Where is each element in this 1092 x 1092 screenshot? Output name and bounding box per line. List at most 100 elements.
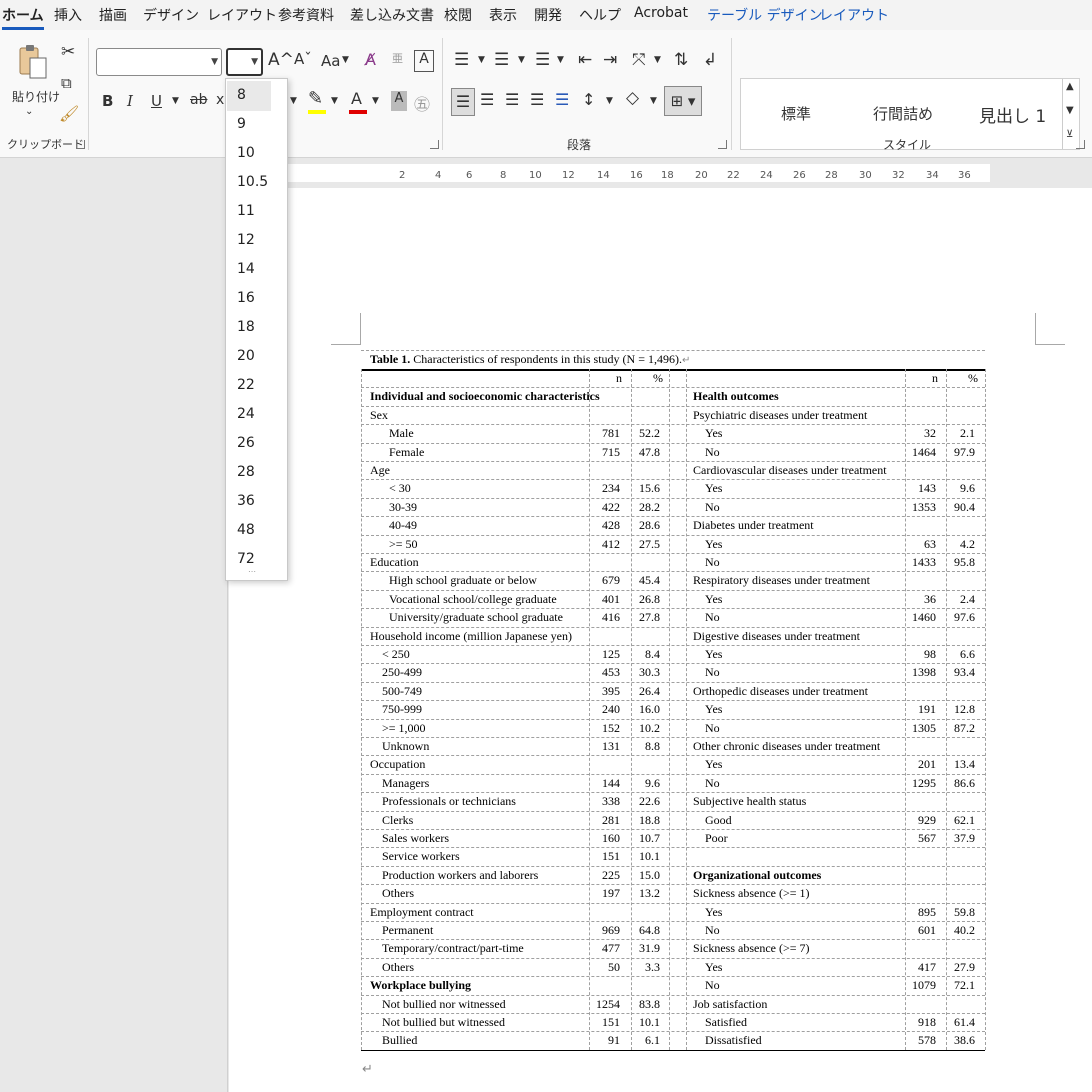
show-marks-icon[interactable]: ↲	[703, 50, 717, 70]
strikethrough-button[interactable]: ab	[190, 92, 207, 108]
table-row: Male 781 52.2 Yes 32 2.1	[361, 424, 985, 442]
chevron-down-icon[interactable]: ▼	[342, 55, 349, 65]
font-size-option[interactable]: 16	[237, 290, 255, 306]
sort-icon[interactable]: ⇅	[674, 50, 688, 70]
shading-icon[interactable]: ◇	[626, 88, 639, 108]
font-size-option[interactable]: 9	[237, 116, 246, 132]
paste-dropdown-icon[interactable]: ⌄	[25, 106, 33, 117]
font-size-option[interactable]: 48	[237, 522, 255, 538]
justify-icon[interactable]: ☰	[530, 90, 544, 109]
font-size-option[interactable]: 10	[237, 145, 255, 161]
chevron-down-icon[interactable]: ▼	[172, 96, 179, 106]
font-size-option[interactable]: 8	[237, 87, 246, 103]
phonetic-guide-icon[interactable]: 亜	[392, 50, 403, 66]
font-size-option[interactable]: 20	[237, 348, 255, 364]
multilevel-list-icon[interactable]: ☰	[535, 50, 550, 70]
distributed-icon[interactable]: ☰	[555, 90, 569, 109]
more-styles-icon[interactable]: ⊻	[1066, 129, 1073, 140]
chevron-down-icon[interactable]: ▼	[211, 57, 218, 67]
format-painter-icon[interactable]: 🖌	[59, 104, 79, 123]
borders-button[interactable]: ⊞ ▾	[664, 86, 702, 116]
tab-mailings[interactable]: 差し込み文書	[350, 5, 434, 25]
paste-icon[interactable]	[14, 42, 50, 82]
tab-layout[interactable]: レイアウト	[207, 5, 277, 25]
text-direction-icon[interactable]: ⤧	[632, 50, 646, 70]
copy-icon[interactable]: ⧉	[61, 74, 72, 92]
tab-view[interactable]: 表示	[489, 5, 517, 25]
increase-indent-icon[interactable]: ⇥	[603, 50, 617, 70]
tab-table-layout[interactable]: レイアウト	[819, 5, 889, 25]
character-shading-icon[interactable]: A	[391, 91, 407, 111]
font-size-dropdown[interactable]: 8 9 10 10.5 11 12 14 16 18 20 22 24 26 28 36 48 72 ⋯	[225, 78, 288, 581]
font-size-option[interactable]: 26	[237, 435, 255, 451]
enclose-characters-icon[interactable]: ㊄	[414, 91, 430, 115]
chevron-down-icon[interactable]: ▼	[331, 96, 338, 106]
change-case-button[interactable]: Aa	[321, 52, 340, 70]
font-size-option[interactable]: 18	[237, 319, 255, 335]
chevron-down-icon[interactable]: ▼	[606, 96, 613, 106]
bold-button[interactable]: B	[102, 92, 113, 110]
font-size-option[interactable]: 28	[237, 464, 255, 480]
align-left-button[interactable]: ☰	[451, 88, 475, 116]
horizontal-ruler[interactable]: 2 4 6 8 10 12 14 16 18 20 22 24 26 28 30…	[0, 158, 1092, 188]
paste-label[interactable]: 貼り付け	[12, 88, 60, 105]
style-heading-1[interactable]: 見出し 1	[979, 102, 1046, 127]
tab-home[interactable]: ホーム	[2, 5, 44, 30]
chevron-down-icon[interactable]: ▼	[650, 96, 657, 106]
style-normal[interactable]: 標準	[781, 103, 811, 124]
tab-insert[interactable]: 挿入	[54, 5, 82, 25]
chevron-down-icon[interactable]: ▼	[290, 96, 297, 106]
font-size-option[interactable]: 36	[237, 493, 255, 509]
subscript-button[interactable]: x	[216, 92, 224, 108]
font-size-option[interactable]: 10.5	[237, 174, 268, 190]
tab-table-design[interactable]: テーブル デザイン	[707, 5, 823, 25]
font-size-option[interactable]: 14	[237, 261, 255, 277]
tab-review[interactable]: 校閲	[444, 5, 472, 25]
font-size-option[interactable]: 22	[237, 377, 255, 393]
chevron-down-icon[interactable]: ▼	[478, 55, 485, 65]
align-right-icon[interactable]: ☰	[505, 90, 519, 109]
font-color-icon[interactable]: A	[351, 89, 362, 108]
font-size-option[interactable]: 24	[237, 406, 255, 422]
tab-developer[interactable]: 開発	[534, 5, 562, 25]
font-size-combobox[interactable]: ▼	[226, 48, 263, 76]
clear-formatting-icon[interactable]: A̸	[365, 50, 376, 69]
tab-references[interactable]: 参考資料	[278, 5, 334, 25]
chevron-down-icon[interactable]: ▼	[372, 96, 379, 106]
tab-help[interactable]: ヘルプ	[579, 5, 621, 25]
decrease-indent-icon[interactable]: ⇤	[578, 50, 592, 70]
chevron-up-icon[interactable]: ▲	[1066, 81, 1074, 92]
tab-design[interactable]: デザイン	[143, 5, 199, 25]
numbering-icon[interactable]: ☰	[494, 50, 509, 70]
chevron-down-icon[interactable]: ▼	[251, 57, 258, 67]
grow-font-icon[interactable]: A^	[268, 50, 294, 70]
clipboard-launcher-icon[interactable]	[76, 140, 85, 149]
font-launcher-icon[interactable]	[430, 140, 439, 149]
chevron-down-icon[interactable]: ▼	[1066, 105, 1074, 116]
font-size-option[interactable]: 12	[237, 232, 255, 248]
italic-button[interactable]: I	[127, 92, 133, 110]
styles-launcher-icon[interactable]	[1076, 140, 1085, 149]
paragraph-launcher-icon[interactable]	[718, 140, 727, 149]
chevron-down-icon[interactable]: ▼	[518, 55, 525, 65]
chevron-down-icon[interactable]: ▼	[654, 55, 661, 65]
character-border-icon[interactable]: A	[414, 50, 434, 72]
highlighter-icon[interactable]: ✎	[308, 88, 323, 109]
font-size-option[interactable]: 11	[237, 203, 255, 219]
line-spacing-icon[interactable]: ↕	[582, 90, 595, 109]
row-label: University/graduate school graduate	[389, 610, 563, 625]
row-label: Household income (million Japanese yen)	[370, 628, 572, 643]
align-center-icon[interactable]: ☰	[480, 90, 494, 109]
tab-acrobat[interactable]: Acrobat	[634, 5, 688, 21]
tab-draw[interactable]: 描画	[99, 5, 127, 25]
font-name-combobox[interactable]: ▼	[96, 48, 222, 76]
chevron-down-icon[interactable]: ▼	[557, 55, 564, 65]
style-no-spacing[interactable]: 行間詰め	[873, 103, 933, 124]
cut-icon[interactable]: ✂	[61, 42, 75, 62]
ruler-label: 24	[760, 170, 773, 181]
underline-button[interactable]: U	[151, 92, 162, 110]
resize-grip-icon[interactable]: ⋯	[248, 567, 256, 576]
font-size-option[interactable]: 72	[237, 551, 255, 567]
shrink-font-icon[interactable]: Aˇ	[294, 50, 312, 68]
bullets-icon[interactable]: ☰	[454, 50, 469, 70]
